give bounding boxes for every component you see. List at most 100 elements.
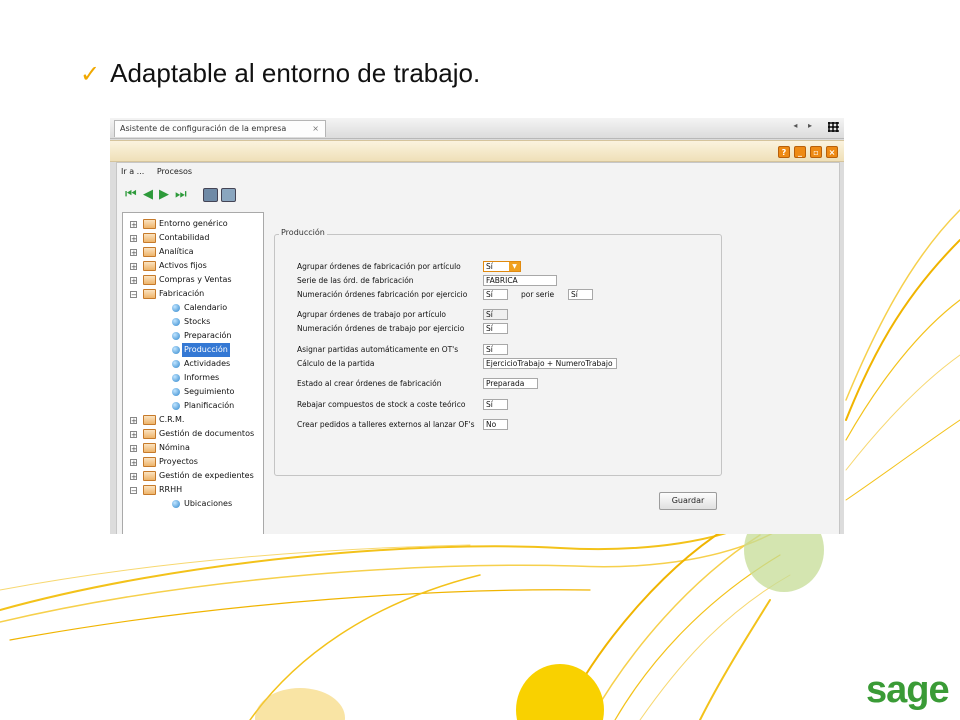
rebajar-compuestos-field[interactable]: Sí (483, 399, 508, 410)
calculo-partida-label: Cálculo de la partida (297, 359, 375, 368)
estado-of-field[interactable]: Preparada (483, 378, 538, 389)
sage-logo: sage (866, 669, 950, 711)
tree-item-informes[interactable]: Informes (137, 371, 261, 385)
estado-of-label: Estado al crear órdenes de fabricación (297, 379, 442, 388)
tree-item-compras-ventas[interactable]: + Compras y Ventas (123, 273, 261, 287)
tab-bar: Asistente de configuración de la empresa… (110, 118, 844, 139)
serie-of-field[interactable]: FABRICA (483, 275, 557, 286)
calculo-partida-field[interactable]: EjercicioTrabajo + NumeroTrabajo (483, 358, 617, 369)
leaf-node-icon (172, 360, 180, 368)
tab-asistente[interactable]: Asistente de configuración de la empresa… (114, 120, 326, 137)
grid-menu-icon[interactable] (828, 122, 839, 132)
expand-icon[interactable]: + (130, 235, 137, 243)
tree-item-fabricacion[interactable]: − Fabricación (123, 287, 261, 301)
tab-title: Asistente de configuración de la empresa (120, 124, 287, 133)
tree-item-produccion[interactable]: Producción (137, 343, 261, 357)
tree-item-analitica[interactable]: + Analítica (123, 245, 261, 259)
serie-of-label: Serie de las órd. de fabricación (297, 276, 414, 285)
close-icon[interactable]: × (826, 146, 838, 158)
folder-icon (143, 457, 156, 467)
chevron-down-icon[interactable]: ▼ (509, 262, 520, 271)
expand-icon[interactable]: + (130, 263, 137, 271)
collapse-icon[interactable]: − (130, 291, 137, 299)
leaf-node-icon (172, 318, 180, 326)
leaf-node-icon (172, 402, 180, 410)
expand-icon[interactable]: + (130, 459, 137, 467)
folder-icon (143, 471, 156, 481)
next-record-icon[interactable]: ▶ (159, 187, 169, 203)
folder-icon (143, 219, 156, 229)
folder-icon (143, 275, 156, 285)
minimize-icon[interactable]: _ (794, 146, 806, 158)
por-serie-field[interactable]: Sí (568, 289, 593, 300)
expand-icon[interactable]: + (130, 473, 137, 481)
tree-item-seguimiento[interactable]: Seguimiento (137, 385, 261, 399)
numeracion-ot-label: Numeración órdenes de trabajo por ejerci… (297, 324, 465, 333)
leaf-node-icon (172, 500, 180, 508)
tree-item-preparacion[interactable]: Preparación (137, 329, 261, 343)
leaf-node-icon (172, 304, 180, 312)
tree-item-calendario[interactable]: Calendario (137, 301, 261, 315)
agrupar-of-value: Sí (486, 262, 493, 271)
folder-icon (143, 233, 156, 243)
tree-item-crm[interactable]: + C.R.M. (123, 413, 261, 427)
previous-record-icon[interactable]: ◀ (143, 187, 153, 203)
tree-item-planificacion[interactable]: Planificación (137, 399, 261, 413)
folder-icon (143, 429, 156, 439)
expand-icon[interactable]: + (130, 249, 137, 257)
tab-close-icon[interactable]: × (312, 121, 319, 136)
asignar-partidas-field[interactable]: Sí (483, 344, 508, 355)
window-titlebar: ? _ ▫ × (110, 140, 844, 162)
tree-item-contabilidad[interactable]: + Contabilidad (123, 231, 261, 245)
menu-item-procesos[interactable]: Procesos (157, 167, 192, 176)
settings-panel: Producción Agrupar órdenes de fabricació… (269, 216, 839, 534)
asignar-partidas-label: Asignar partidas automáticamente en OT's (297, 345, 459, 354)
rebajar-compuestos-label: Rebajar compuestos de stock a coste teór… (297, 400, 466, 409)
expand-icon[interactable]: + (130, 431, 137, 439)
tree-item-activos-fijos[interactable]: + Activos fijos (123, 259, 261, 273)
menu-item-ir-a[interactable]: Ir a ... (121, 167, 144, 176)
numeracion-ot-field[interactable]: Sí (483, 323, 508, 334)
expand-icon[interactable]: + (130, 417, 137, 425)
folder-icon (143, 261, 156, 271)
folder-icon (143, 247, 156, 257)
leaf-node-icon (172, 388, 180, 396)
help-icon[interactable]: ? (778, 146, 790, 158)
expand-icon[interactable]: + (130, 277, 137, 285)
agrupar-of-select[interactable]: Sí ▼ (483, 261, 521, 272)
tree-item-nomina[interactable]: + Nómina (123, 441, 261, 455)
tree-item-proyectos[interactable]: + Proyectos (123, 455, 261, 469)
bullet-text: Adaptable al entorno de trabajo. (110, 58, 481, 88)
tree-item-gestion-expedientes[interactable]: + Gestión de expedientes (123, 469, 261, 483)
numeracion-of-label: Numeración órdenes fabricación por ejerc… (297, 290, 468, 299)
leaf-node-icon (172, 374, 180, 382)
numeracion-of-field[interactable]: Sí (483, 289, 508, 300)
produccion-group: Producción Agrupar órdenes de fabricació… (274, 228, 722, 476)
tree-item-rrhh[interactable]: − RRHH (123, 483, 261, 497)
crear-pedidos-label: Crear pedidos a talleres externos al lan… (297, 420, 475, 429)
print-preview-icon[interactable] (221, 188, 236, 202)
guardar-button[interactable]: Guardar (659, 492, 717, 510)
first-record-icon[interactable]: ⏮ (125, 187, 137, 203)
app-screenshot: Asistente de configuración de la empresa… (110, 118, 844, 534)
restore-icon[interactable]: ▫ (810, 146, 822, 158)
group-title: Producción (279, 228, 327, 237)
agrupar-of-label: Agrupar órdenes de fabricación por artíc… (297, 262, 461, 271)
check-icon: ✓ (80, 59, 101, 88)
leaf-node-icon (172, 346, 180, 354)
print-icon[interactable] (203, 188, 218, 202)
agrupar-ot-label: Agrupar órdenes de trabajo por artículo (297, 310, 446, 319)
tree-item-stocks[interactable]: Stocks (137, 315, 261, 329)
tree-item-ubicaciones[interactable]: Ubicaciones (137, 497, 261, 511)
last-record-icon[interactable]: ⏭ (175, 187, 187, 203)
tree-item-gestion-documentos[interactable]: + Gestión de documentos (123, 427, 261, 441)
crear-pedidos-field[interactable]: No (483, 419, 508, 430)
tab-scroll-arrows-icon[interactable]: ◂ ▸ (793, 121, 816, 130)
tree-item-actividades[interactable]: Actividades (137, 357, 261, 371)
expand-icon[interactable]: + (130, 445, 137, 453)
por-serie-label: por serie (521, 290, 555, 299)
collapse-icon[interactable]: − (130, 487, 137, 495)
tree-item-entorno-generico[interactable]: + Entorno genérico (123, 217, 261, 231)
expand-icon[interactable]: + (130, 221, 137, 229)
agrupar-ot-field[interactable]: Sí (483, 309, 508, 320)
